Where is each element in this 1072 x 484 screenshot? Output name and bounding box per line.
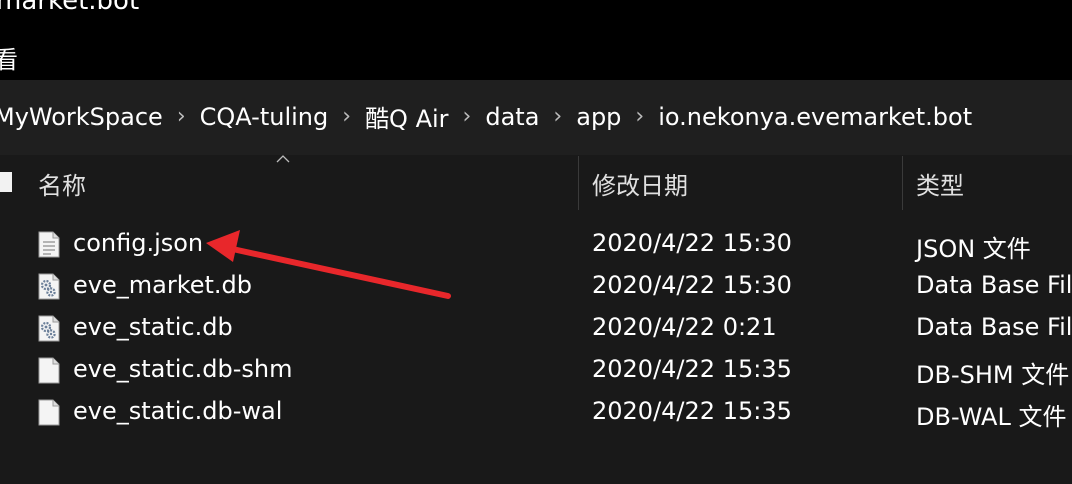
breadcrumb-current-folder[interactable]: io.nekonya.evemarket.bot (658, 103, 972, 131)
window-title: market.bot (0, 0, 140, 16)
breadcrumb-separator-icon[interactable]: › (463, 104, 472, 129)
breadcrumb: MyWorkSpace › CQA-tuling › 酷Q Air › data… (0, 99, 972, 134)
breadcrumb-kuq-air[interactable]: 酷Q Air (365, 99, 448, 134)
file-type: Data Base File (916, 313, 1072, 341)
file-modified: 2020/4/22 15:35 (592, 355, 792, 383)
column-header (0, 155, 1072, 211)
column-divider[interactable] (578, 156, 579, 210)
file-name[interactable]: eve_static.db-wal (73, 397, 282, 425)
column-header-modified[interactable]: 修改日期 (592, 166, 688, 201)
file-type: JSON 文件 (916, 235, 1031, 263)
file-name[interactable]: eve_market.db (73, 271, 252, 299)
column-header-name[interactable]: 名称 (38, 166, 86, 201)
breadcrumb-app[interactable]: app (576, 103, 621, 131)
blank-file-icon (38, 399, 60, 426)
file-type: Data Base File (916, 271, 1072, 299)
file-row[interactable]: eve_static.db-wal 2020/4/22 15:35 DB-WAL… (0, 391, 1072, 433)
menu-item-view[interactable]: 看 (0, 40, 18, 75)
breadcrumb-separator-icon[interactable]: › (342, 104, 351, 129)
file-modified: 2020/4/22 15:35 (592, 397, 792, 425)
sort-ascending-icon (276, 155, 290, 163)
file-modified: 2020/4/22 0:21 (592, 313, 777, 341)
text-file-icon (38, 231, 60, 258)
file-row[interactable]: eve_market.db 2020/4/22 15:30 Data Base … (0, 265, 1072, 307)
file-modified: 2020/4/22 15:30 (592, 229, 792, 257)
breadcrumb-separator-icon[interactable]: › (553, 104, 562, 129)
file-name[interactable]: eve_static.db (73, 313, 233, 341)
breadcrumb-cqa-tuling[interactable]: CQA-tuling (200, 103, 329, 131)
file-row[interactable]: config.json 2020/4/22 15:30 JSON 文件 (0, 223, 1072, 265)
column-header-type[interactable]: 类型 (916, 166, 964, 201)
breadcrumb-myworkspace[interactable]: MyWorkSpace (0, 103, 163, 131)
select-all-checkbox[interactable] (0, 172, 12, 192)
gear-file-icon (38, 273, 60, 300)
breadcrumb-data[interactable]: data (485, 103, 539, 131)
file-type: DB-WAL 文件 (916, 403, 1067, 431)
gear-file-icon (38, 315, 60, 342)
file-name[interactable]: config.json (73, 229, 203, 257)
file-row[interactable]: eve_static.db 2020/4/22 0:21 Data Base F… (0, 307, 1072, 349)
column-divider[interactable] (902, 156, 903, 210)
title-bar (0, 0, 1072, 80)
file-modified: 2020/4/22 15:30 (592, 271, 792, 299)
file-type: DB-SHM 文件 (916, 361, 1070, 389)
blank-file-icon (38, 357, 60, 384)
breadcrumb-separator-icon[interactable]: › (635, 104, 644, 129)
file-row[interactable]: eve_static.db-shm 2020/4/22 15:35 DB-SHM… (0, 349, 1072, 391)
breadcrumb-separator-icon[interactable]: › (177, 104, 186, 129)
file-name[interactable]: eve_static.db-shm (73, 355, 292, 383)
